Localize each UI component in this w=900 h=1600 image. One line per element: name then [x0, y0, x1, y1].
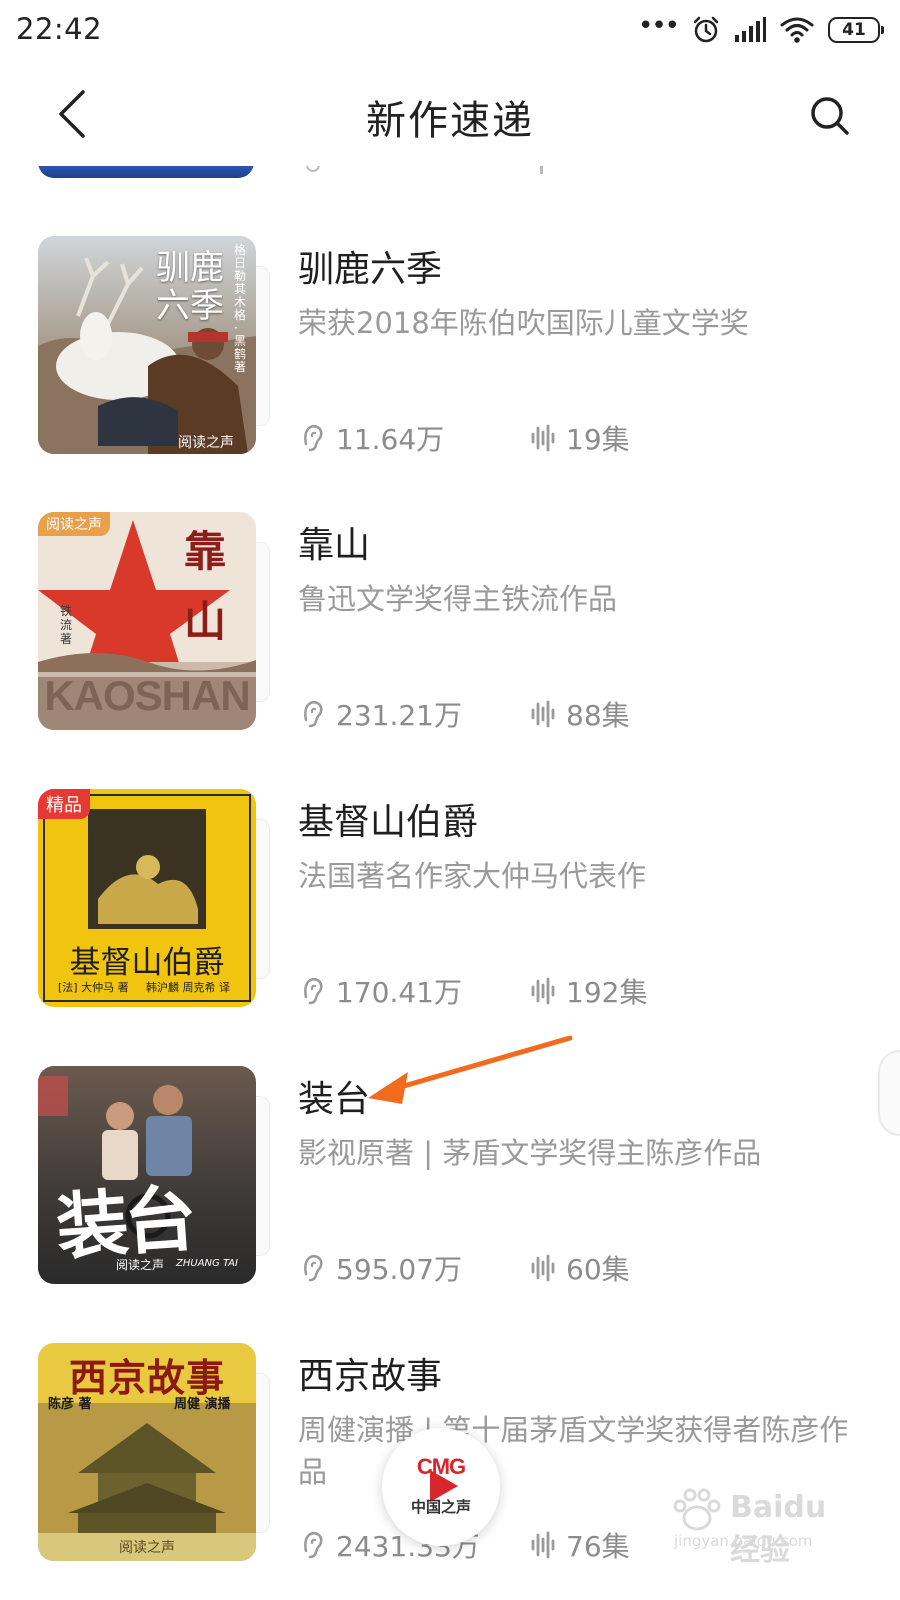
search-button[interactable] — [800, 86, 860, 146]
book-title[interactable]: 基督山伯爵 — [298, 793, 478, 845]
cover-image: 驯鹿 六季 格日勒其木格·黑鹤 著 阅读之声 — [38, 236, 256, 454]
cover-badge: 阅读之声 — [38, 512, 110, 536]
ear-icon — [304, 425, 323, 452]
book-desc: 法国著名作家大仲马代表作 — [298, 859, 647, 893]
play-count-value: 11.64万 — [336, 423, 445, 456]
soundwave-icon — [531, 977, 555, 1005]
play-count: 170.41万 — [300, 971, 462, 1011]
mini-player-button[interactable]: CMG 中国之声 — [382, 1428, 500, 1546]
ear-icon — [304, 1532, 323, 1559]
list-item-partial[interactable] — [0, 166, 900, 178]
cover-title-2: 山 — [184, 597, 227, 646]
search-icon — [811, 97, 849, 135]
episode-count: 60集 — [530, 1248, 630, 1288]
book-desc: 鲁迅文学奖得主铁流作品 — [298, 582, 618, 616]
stats-partial — [300, 166, 630, 178]
battery-icon: 41 — [828, 17, 884, 43]
book-cover[interactable]: 装台 阅读之声 ZHUANG TAI — [38, 1066, 270, 1284]
status-bar: 22:42 ••• 41 — [0, 0, 900, 62]
play-count-value: 595.07万 — [336, 1253, 462, 1286]
book-cover[interactable]: 精品 基督山伯爵 [法] 大仲马 著 韩沪麟 周克希 译 — [38, 789, 270, 1007]
cover-author: 陈彦 著 — [48, 1397, 92, 1412]
episode-count: 192集 — [530, 971, 647, 1011]
list-item-book-3[interactable]: 精品 基督山伯爵 [法] 大仲马 著 韩沪麟 周克希 译 基督山伯爵 法国著名作… — [0, 789, 900, 1035]
episode-count-value: 19集 — [566, 423, 630, 456]
station-name: 中国之声 — [410, 1498, 471, 1516]
play-count: 595.07万 — [300, 1248, 462, 1288]
cover-latin: ZHUANG TAI — [176, 1258, 238, 1269]
cover-title: 基督山伯爵 — [69, 945, 225, 981]
book-title[interactable]: 西京故事 — [298, 1347, 442, 1399]
app-header: 新作速递 — [0, 62, 900, 166]
book-desc: 荣获2018年陈伯吹国际儿童文学奖 — [298, 306, 749, 340]
status-time: 22:42 — [16, 12, 103, 46]
book-desc: 影视原著 | 茅盾文学奖得主陈彦作品 — [298, 1136, 762, 1170]
cover-image: 阅读之声 靠 山 铁流 著 KAOSHAN — [38, 512, 256, 730]
cover-title-2: 六季 — [156, 286, 224, 326]
play-count-value: 231.21万 — [336, 699, 462, 732]
page-title: 新作速递 — [366, 98, 534, 144]
side-drawer-handle[interactable] — [878, 1050, 900, 1136]
book-cover[interactable]: 西京故事 陈彦 著 周健 演播 阅读之声 — [38, 1343, 270, 1561]
cover-latin: KAOSHAN — [44, 672, 250, 719]
cover-narrator: 周健 演播 — [174, 1397, 231, 1412]
list-item-book-1[interactable]: 驯鹿 六季 格日勒其木格·黑鹤 著 阅读之声 驯鹿六季 荣获2018年陈伯吹国际… — [0, 236, 900, 482]
cover-brand: 阅读之声 — [119, 1540, 175, 1556]
signal-icon — [735, 17, 766, 42]
wifi-icon — [780, 17, 814, 43]
cover-author: [法] 大仲马 著 — [58, 981, 129, 994]
book-cover[interactable]: 驯鹿 六季 格日勒其木格·黑鹤 著 阅读之声 — [38, 236, 270, 454]
cover-image: 精品 基督山伯爵 [法] 大仲马 著 韩沪麟 周克希 译 — [38, 789, 256, 1007]
play-count-value: 170.41万 — [336, 976, 462, 1009]
cover-author: 格日勒其木格·黑鹤 著 — [234, 243, 247, 374]
episode-count: 88集 — [530, 694, 630, 734]
episode-count: 76集 — [530, 1525, 630, 1565]
cover-title-1: 靠 — [184, 527, 227, 576]
battery-level: 41 — [842, 20, 866, 40]
book-title[interactable]: 驯鹿六季 — [298, 240, 442, 292]
baidu-watermark: Baidu 经验 jingyan.baidu.com — [670, 1488, 840, 1568]
episode-count-value: 76集 — [566, 1530, 630, 1563]
watermark-text: Baidu 经验 — [730, 1490, 827, 1568]
episode-count: 19集 — [530, 418, 630, 458]
soundwave-icon — [531, 1254, 555, 1282]
cover-badge: 精品 — [38, 789, 90, 819]
annotation-arrow-icon — [368, 1035, 573, 1104]
cover-translator: 韩沪麟 周克希 译 — [146, 981, 230, 994]
cover-partial — [38, 166, 254, 178]
alarm-icon — [693, 16, 719, 43]
list-item-book-2[interactable]: 阅读之声 靠 山 铁流 著 KAOSHAN 靠山 鲁迅文学奖得主铁流作品 231… — [0, 512, 900, 758]
cover-image: 装台 阅读之声 ZHUANG TAI — [38, 1066, 256, 1284]
cover-image: 西京故事 陈彦 著 周健 演播 阅读之声 — [38, 1343, 256, 1561]
cover-author: 铁流 著 — [60, 604, 73, 646]
soundwave-icon — [531, 700, 555, 728]
episode-count-value: 88集 — [566, 699, 630, 732]
cover-brand: 阅读之声 — [116, 1258, 165, 1272]
soundwave-icon — [531, 1531, 555, 1559]
cover-brand: 阅读之声 — [178, 435, 234, 451]
book-title[interactable]: 靠山 — [298, 516, 370, 568]
ear-icon — [304, 978, 323, 1005]
ear-icon — [304, 1255, 323, 1282]
more-dots-icon: ••• — [637, 11, 680, 41]
book-cover[interactable]: 阅读之声 靠 山 铁流 著 KAOSHAN — [38, 512, 270, 730]
ear-icon — [304, 701, 323, 728]
status-icons: ••• 41 — [637, 11, 884, 46]
watermark-url: jingyan.baidu.com — [674, 1532, 813, 1550]
episode-count-value: 192集 — [566, 976, 648, 1009]
play-count: 11.64万 — [300, 418, 444, 458]
book-list[interactable]: 驯鹿 六季 格日勒其木格·黑鹤 著 阅读之声 驯鹿六季 荣获2018年陈伯吹国际… — [0, 166, 900, 1600]
play-count: 231.21万 — [300, 694, 462, 734]
episode-count-value: 60集 — [566, 1253, 630, 1286]
soundwave-icon — [531, 424, 555, 452]
paw-logo-icon — [673, 1488, 721, 1531]
